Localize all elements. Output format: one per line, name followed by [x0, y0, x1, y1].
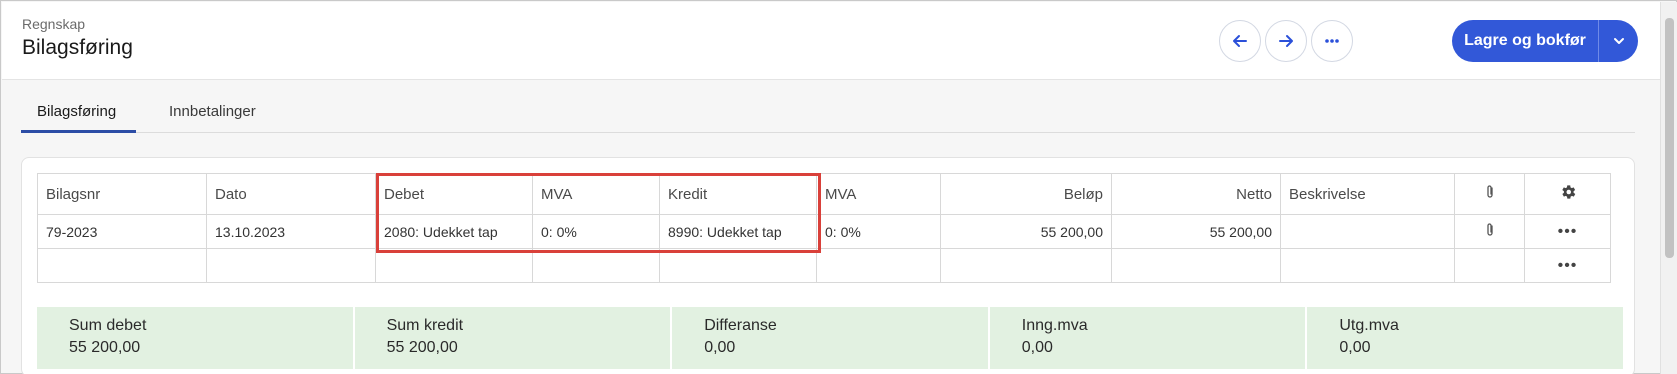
cell-debet[interactable]: 2080: Udekket tap [375, 214, 533, 249]
summary-utg-mva: Utg.mva 0,00 [1307, 307, 1623, 369]
back-button[interactable] [1219, 20, 1261, 62]
more-horizontal-icon[interactable]: ••• [1558, 257, 1578, 274]
more-horizontal-icon [1325, 39, 1339, 43]
chevron-down-icon [1613, 38, 1624, 44]
col-header-mva-debet[interactable]: MVA [532, 173, 660, 215]
active-tab-indicator [21, 130, 136, 133]
cell-empty[interactable] [816, 248, 941, 283]
table-header-row: Bilagsnr Dato Debet MVA Kredit MVA Beløp… [37, 173, 1611, 215]
cell-empty[interactable] [532, 248, 660, 283]
cell-empty[interactable] [206, 248, 376, 283]
cell-netto[interactable]: 55 200,00 [1111, 214, 1281, 249]
col-header-kredit[interactable]: Kredit [659, 173, 817, 215]
breadcrumb[interactable]: Regnskap [22, 16, 85, 32]
cell-empty[interactable] [1454, 248, 1525, 283]
row-menu-button[interactable]: ••• [1524, 248, 1611, 283]
save-and-post-label[interactable]: Lagre og bokfør [1452, 20, 1598, 62]
col-header-settings[interactable] [1524, 173, 1611, 215]
row-menu-button[interactable]: ••• [1524, 214, 1611, 249]
summary-value: 0,00 [1021, 339, 1053, 356]
col-header-dato[interactable]: Dato [206, 173, 376, 215]
summary-value: 0,00 [704, 339, 736, 356]
cell-empty[interactable] [659, 248, 817, 283]
summary-label: Sum debet [69, 317, 147, 334]
cell-mva-kredit[interactable]: 0: 0% [816, 214, 941, 249]
more-actions-button[interactable] [1311, 20, 1353, 62]
gear-icon[interactable] [1559, 183, 1577, 201]
col-header-beskrivelse[interactable]: Beskrivelse [1280, 173, 1455, 215]
tab-bar: Bilagsføring Innbetalinger [21, 93, 1635, 133]
forward-button[interactable] [1265, 20, 1307, 62]
summary-label: Sum kredit [386, 317, 464, 334]
summary-value: 55 200,00 [69, 339, 141, 356]
cell-beskrivelse[interactable] [1280, 214, 1455, 249]
col-header-bilagsnr[interactable]: Bilagsnr [37, 173, 207, 215]
more-horizontal-icon[interactable]: ••• [1558, 223, 1578, 240]
page-title: Bilagsføring [22, 36, 133, 59]
page-header: Regnskap Bilagsføring Lagre og bokfør [2, 2, 1660, 80]
summary-label: Differanse [704, 317, 777, 334]
summary-differanse: Differanse 0,00 [672, 307, 990, 369]
summary-inng-mva: Inng.mva 0,00 [990, 307, 1308, 369]
cell-dato[interactable]: 13.10.2023 [206, 214, 376, 249]
cell-kredit[interactable]: 8990: Udekket tap [659, 214, 817, 249]
summary-value: 0,00 [1339, 339, 1371, 356]
col-header-mva-kredit[interactable]: MVA [816, 173, 941, 215]
cell-empty[interactable] [375, 248, 533, 283]
tab-innbetalinger[interactable]: Innbetalinger [169, 103, 256, 120]
paperclip-icon [1486, 185, 1493, 198]
arrow-left-icon [1233, 35, 1247, 47]
cell-mva-debet[interactable]: 0: 0% [532, 214, 660, 249]
summary-sum-debet: Sum debet 55 200,00 [37, 307, 355, 369]
cell-empty[interactable] [940, 248, 1112, 283]
col-header-netto[interactable]: Netto [1111, 173, 1281, 215]
summary-label: Utg.mva [1339, 317, 1399, 334]
save-options-dropdown[interactable] [1598, 20, 1638, 62]
vertical-scrollbar[interactable] [1660, 2, 1677, 374]
cell-empty[interactable] [37, 248, 207, 283]
scrollbar-thumb[interactable] [1665, 18, 1674, 258]
summary-sum-kredit: Sum kredit 55 200,00 [355, 307, 673, 369]
tab-bilagsforing[interactable]: Bilagsføring [37, 103, 116, 120]
cell-attachment[interactable] [1454, 214, 1525, 249]
table-row[interactable]: 79-2023 13.10.2023 2080: Udekket tap 0: … [37, 214, 1611, 249]
summary-value: 55 200,00 [386, 339, 458, 356]
voucher-table: Bilagsnr Dato Debet MVA Kredit MVA Beløp… [37, 173, 1611, 283]
col-header-belop[interactable]: Beløp [940, 173, 1112, 215]
cell-empty[interactable] [1280, 248, 1455, 283]
arrow-right-icon [1279, 35, 1293, 47]
cell-bilagsnr[interactable]: 79-2023 [37, 214, 207, 249]
app-frame: Regnskap Bilagsføring Lagre og bokfør Bi… [0, 0, 1677, 374]
col-header-debet[interactable]: Debet [375, 173, 533, 215]
cell-belop[interactable]: 55 200,00 [940, 214, 1112, 249]
cell-empty[interactable] [1111, 248, 1281, 283]
col-header-attachment [1454, 173, 1525, 215]
save-and-post-button[interactable]: Lagre og bokfør [1452, 20, 1638, 62]
summary-bar: Sum debet 55 200,00 Sum kredit 55 200,00… [37, 307, 1623, 369]
summary-label: Inng.mva [1021, 317, 1088, 334]
table-row-empty[interactable]: ••• [37, 248, 1611, 283]
paperclip-icon[interactable] [1485, 222, 1495, 238]
